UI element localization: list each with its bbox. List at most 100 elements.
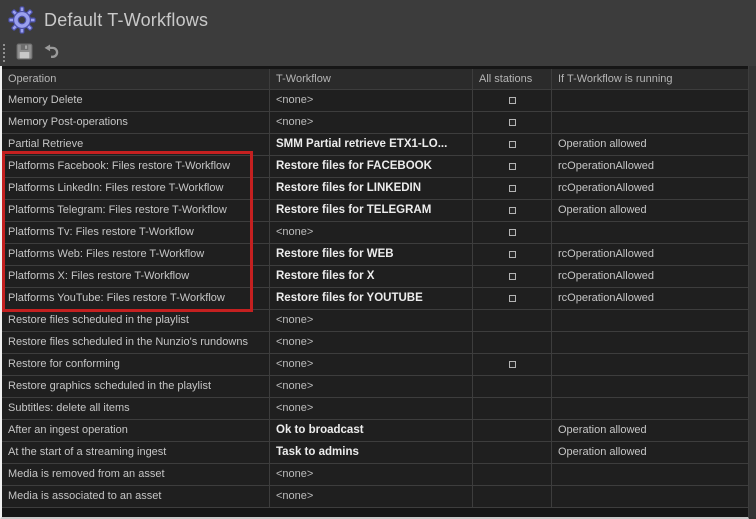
all-stations-checkbox[interactable] bbox=[509, 207, 516, 214]
all-stations-checkbox[interactable] bbox=[509, 229, 516, 236]
workflow-cell[interactable]: <none> bbox=[270, 486, 473, 507]
running-cell[interactable] bbox=[552, 398, 748, 419]
table-row[interactable]: Platforms YouTube: Files restore T-Workf… bbox=[2, 288, 748, 310]
all-stations-cell[interactable] bbox=[473, 200, 552, 221]
running-cell[interactable] bbox=[552, 112, 748, 133]
column-header-t-workflow[interactable]: T-Workflow bbox=[270, 69, 473, 89]
table-row[interactable]: Restore for conforming <none> bbox=[2, 354, 748, 376]
workflow-cell[interactable]: Restore files for X bbox=[270, 266, 473, 287]
running-cell[interactable]: rcOperationAllowed bbox=[552, 156, 748, 177]
table-row[interactable]: Partial Retrieve SMM Partial retrieve ET… bbox=[2, 134, 748, 156]
workflow-cell[interactable]: Restore files for YOUTUBE bbox=[270, 288, 473, 309]
all-stations-cell[interactable] bbox=[473, 156, 552, 177]
workflow-cell[interactable]: <none> bbox=[270, 354, 473, 375]
all-stations-checkbox[interactable] bbox=[509, 251, 516, 258]
running-cell[interactable]: Operation allowed bbox=[552, 420, 748, 441]
running-cell[interactable]: Operation allowed bbox=[552, 134, 748, 155]
table-row[interactable]: Platforms Tv: Files restore T-Workflow <… bbox=[2, 222, 748, 244]
all-stations-cell[interactable] bbox=[473, 310, 552, 331]
table-row[interactable]: After an ingest operation Ok to broadcas… bbox=[2, 420, 748, 442]
running-cell[interactable]: rcOperationAllowed bbox=[552, 288, 748, 309]
table-header-row: Operation T-Workflow All stations If T-W… bbox=[2, 69, 748, 90]
all-stations-cell[interactable] bbox=[473, 178, 552, 199]
running-cell[interactable]: rcOperationAllowed bbox=[552, 244, 748, 265]
all-stations-checkbox[interactable] bbox=[509, 119, 516, 126]
all-stations-checkbox[interactable] bbox=[509, 295, 516, 302]
all-stations-cell[interactable] bbox=[473, 90, 552, 111]
workflow-cell[interactable]: SMM Partial retrieve ETX1-LO... bbox=[270, 134, 473, 155]
column-header-all-stations[interactable]: All stations bbox=[473, 69, 552, 89]
running-cell[interactable] bbox=[552, 354, 748, 375]
undo-button[interactable] bbox=[40, 43, 60, 63]
titlebar: Default T-Workflows bbox=[0, 0, 756, 40]
table-row[interactable]: At the start of a streaming ingest Task … bbox=[2, 442, 748, 464]
all-stations-cell[interactable] bbox=[473, 244, 552, 265]
all-stations-cell[interactable] bbox=[473, 112, 552, 133]
running-cell[interactable]: rcOperationAllowed bbox=[552, 266, 748, 287]
operation-cell: Platforms Web: Files restore T-Workflow bbox=[2, 244, 270, 265]
table-row[interactable]: Platforms Telegram: Files restore T-Work… bbox=[2, 200, 748, 222]
workflow-cell[interactable]: <none> bbox=[270, 398, 473, 419]
running-cell[interactable] bbox=[552, 310, 748, 331]
column-header-if-running[interactable]: If T-Workflow is running bbox=[552, 69, 748, 89]
running-cell[interactable] bbox=[552, 90, 748, 111]
workflow-cell[interactable]: Restore files for LINKEDIN bbox=[270, 178, 473, 199]
workflow-cell[interactable]: <none> bbox=[270, 376, 473, 397]
running-cell[interactable]: rcOperationAllowed bbox=[552, 178, 748, 199]
all-stations-cell[interactable] bbox=[473, 134, 552, 155]
running-cell[interactable] bbox=[552, 332, 748, 353]
workflow-cell[interactable]: <none> bbox=[270, 222, 473, 243]
workflow-cell[interactable]: <none> bbox=[270, 310, 473, 331]
table-row[interactable]: Media is associated to an asset <none> bbox=[2, 486, 748, 508]
all-stations-cell[interactable] bbox=[473, 266, 552, 287]
running-cell[interactable]: Operation allowed bbox=[552, 200, 748, 221]
table-row[interactable]: Restore files scheduled in the playlist … bbox=[2, 310, 748, 332]
table-row[interactable]: Restore graphics scheduled in the playli… bbox=[2, 376, 748, 398]
workflow-cell[interactable]: <none> bbox=[270, 464, 473, 485]
all-stations-cell[interactable] bbox=[473, 486, 552, 507]
workflow-cell[interactable]: Restore files for TELEGRAM bbox=[270, 200, 473, 221]
all-stations-checkbox[interactable] bbox=[509, 97, 516, 104]
workflow-cell[interactable]: Restore files for FACEBOOK bbox=[270, 156, 473, 177]
all-stations-cell[interactable] bbox=[473, 222, 552, 243]
running-cell[interactable] bbox=[552, 486, 748, 507]
table-row[interactable]: Memory Post-operations <none> bbox=[2, 112, 748, 134]
running-cell[interactable] bbox=[552, 376, 748, 397]
operation-cell: Platforms YouTube: Files restore T-Workf… bbox=[2, 288, 270, 309]
table-row[interactable]: Memory Delete <none> bbox=[2, 90, 748, 112]
table-row[interactable]: Platforms Facebook: Files restore T-Work… bbox=[2, 156, 748, 178]
running-cell[interactable] bbox=[552, 464, 748, 485]
all-stations-cell[interactable] bbox=[473, 332, 552, 353]
workflow-cell[interactable]: Task to admins bbox=[270, 442, 473, 463]
running-cell[interactable]: Operation allowed bbox=[552, 442, 748, 463]
all-stations-cell[interactable] bbox=[473, 420, 552, 441]
workflow-cell[interactable]: <none> bbox=[270, 90, 473, 111]
all-stations-cell[interactable] bbox=[473, 288, 552, 309]
gear-icon bbox=[8, 6, 36, 39]
table-row[interactable]: Media is removed from an asset <none> bbox=[2, 464, 748, 486]
operation-cell: Platforms LinkedIn: Files restore T-Work… bbox=[2, 178, 270, 199]
workflow-cell[interactable]: <none> bbox=[270, 112, 473, 133]
all-stations-cell[interactable] bbox=[473, 464, 552, 485]
all-stations-cell[interactable] bbox=[473, 398, 552, 419]
table-row[interactable]: Subtitles: delete all items <none> bbox=[2, 398, 748, 420]
workflow-cell[interactable]: Restore files for WEB bbox=[270, 244, 473, 265]
all-stations-cell[interactable] bbox=[473, 442, 552, 463]
running-cell[interactable] bbox=[552, 222, 748, 243]
all-stations-checkbox[interactable] bbox=[509, 163, 516, 170]
table-row[interactable]: Restore files scheduled in the Nunzio's … bbox=[2, 332, 748, 354]
all-stations-checkbox[interactable] bbox=[509, 141, 516, 148]
workflow-cell[interactable]: <none> bbox=[270, 332, 473, 353]
all-stations-checkbox[interactable] bbox=[509, 185, 516, 192]
table-row[interactable]: Platforms LinkedIn: Files restore T-Work… bbox=[2, 178, 748, 200]
all-stations-cell[interactable] bbox=[473, 376, 552, 397]
table-row[interactable]: Platforms Web: Files restore T-Workflow … bbox=[2, 244, 748, 266]
save-button[interactable] bbox=[14, 43, 34, 63]
table-row[interactable]: Platforms X: Files restore T-Workflow Re… bbox=[2, 266, 748, 288]
workflow-cell[interactable]: Ok to broadcast bbox=[270, 420, 473, 441]
all-stations-checkbox[interactable] bbox=[509, 361, 516, 368]
floppy-disk-icon bbox=[16, 43, 33, 63]
all-stations-checkbox[interactable] bbox=[509, 273, 516, 280]
all-stations-cell[interactable] bbox=[473, 354, 552, 375]
column-header-operation[interactable]: Operation bbox=[2, 69, 270, 89]
